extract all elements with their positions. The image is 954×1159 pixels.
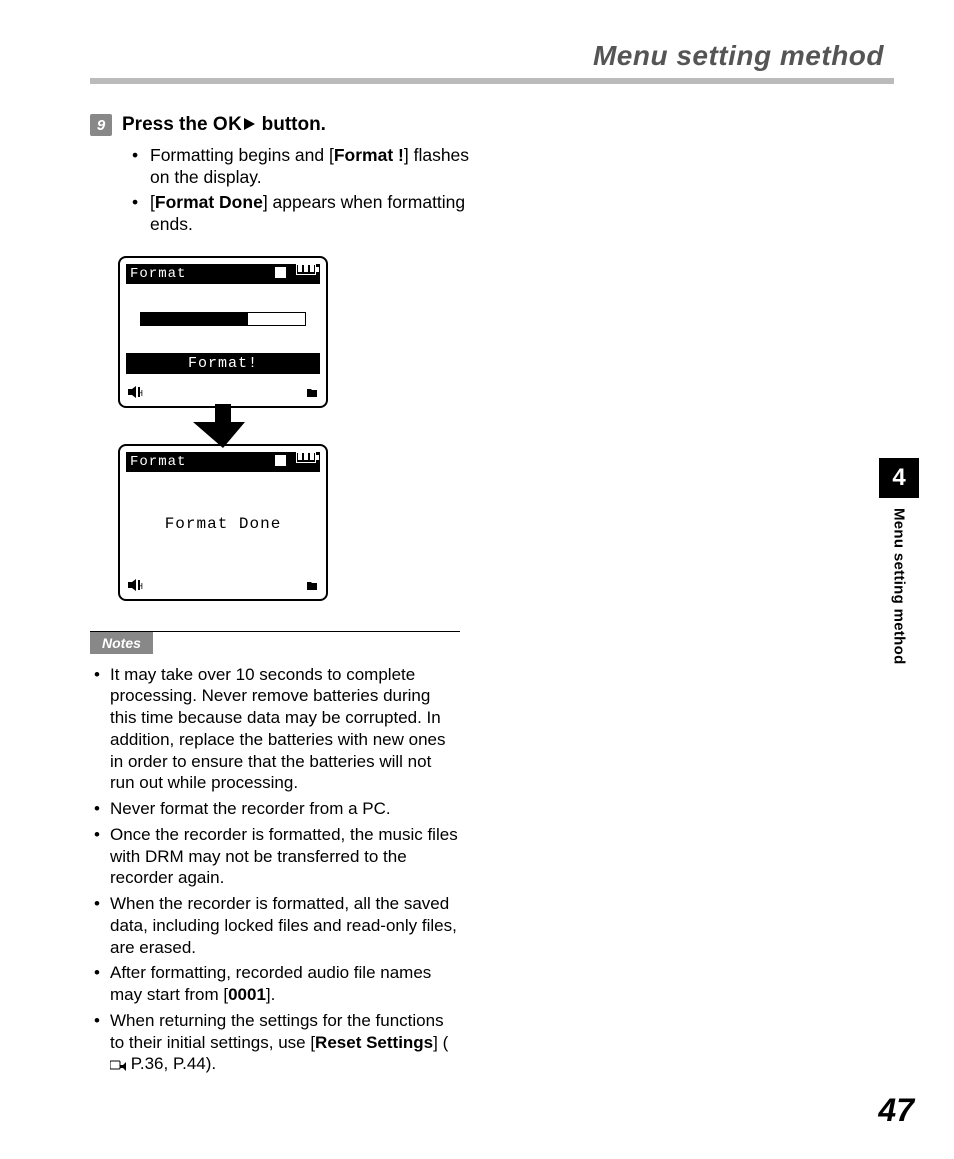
lcd-footer: H [126,384,320,400]
chapter-label: Menu setting method [891,508,908,665]
header-rule [90,78,894,84]
notes-section: Notes It may take over 10 seconds to com… [90,631,460,1078]
svg-text:H: H [138,582,143,591]
lcd-footer: H [126,577,320,593]
play-icon [242,114,256,136]
step-number-badge: 9 [90,114,112,136]
lcd-body: Format Done [126,472,320,577]
lcd-screen-formatting: Format Format! H [118,256,328,408]
lcd-title-text: Format [130,454,186,470]
svg-text:H: H [138,389,143,398]
progress-bar [140,312,306,326]
text: Formatting begins and [ [150,145,334,165]
chapter-number: 4 [879,458,919,498]
stop-icon [275,455,286,466]
list-item: When the recorder is formatted, all the … [110,893,460,958]
list-item: Never format the recorder from a PC. [110,798,460,820]
step-detail-list: Formatting begins and [Format !] flashes… [90,144,470,236]
text: P.36, P.44). [126,1054,216,1073]
list-item: After formatting, recorded audio file na… [110,962,460,1006]
list-item: When returning the settings for the func… [110,1010,460,1077]
lcd-status-icons [275,452,316,471]
arrow-down-icon [118,404,328,448]
lcd-done-text: Format Done [165,515,282,533]
notes-list: It may take over 10 seconds to complete … [90,664,460,1078]
notes-label: Notes [90,632,153,654]
step-instruction: Press the OK button. [122,114,326,136]
folder-icon [306,386,318,398]
step-suffix: button. [256,114,326,135]
speaker-icon: H [128,579,144,591]
battery-icon [296,264,316,275]
lcd-illustration-group: Format Format! H Format [118,256,328,601]
reference-icon [110,1055,126,1077]
bold-text: Reset Settings [315,1033,433,1052]
lcd-body: Format! [126,284,320,384]
lcd-titlebar: Format [126,264,320,284]
progress-fill [141,313,248,325]
lcd-status-icons [275,264,316,283]
step-prefix: Press the [122,114,213,135]
lcd-title-text: Format [130,266,186,282]
bold-text: Format ! [334,145,404,165]
step-row: 9 Press the OK button. [90,114,894,136]
chapter-thumb-tab: 4 Menu setting method [879,458,919,665]
stop-icon [275,267,286,278]
lcd-titlebar: Format [126,452,320,472]
folder-icon [306,579,318,591]
lcd-screen-done: Format Format Done H [118,444,328,601]
running-header: Menu setting method [90,40,894,72]
text: ] ( [433,1033,448,1052]
page-number: 47 [878,1092,914,1129]
speaker-icon: H [128,386,144,398]
list-item: Once the recorder is formatted, the musi… [110,824,460,889]
bold-text: 0001 [228,985,266,1004]
list-item: [Format Done] appears when formatting en… [150,191,470,236]
list-item: Formatting begins and [Format !] flashes… [150,144,470,189]
ok-label: OK [213,114,243,135]
text: ]. [266,985,275,1004]
list-item: It may take over 10 seconds to complete … [110,664,460,795]
bold-text: Format Done [155,192,263,212]
battery-icon [296,452,316,463]
lcd-flash-text: Format! [126,353,320,374]
